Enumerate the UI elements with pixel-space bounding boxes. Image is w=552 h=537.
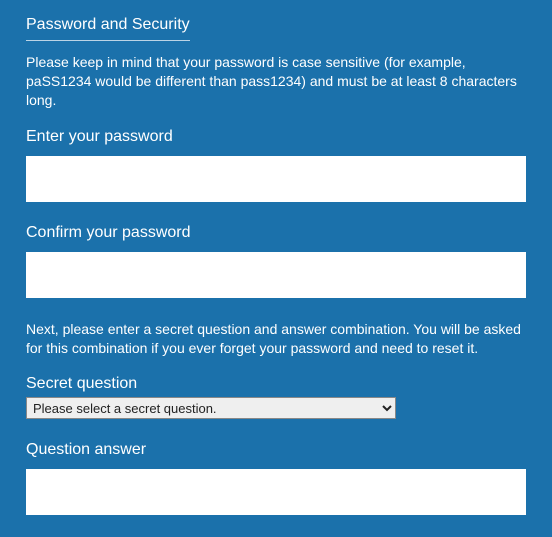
secret-question-label: Secret question: [26, 375, 526, 393]
secret-question-select[interactable]: Please select a secret question.: [26, 397, 396, 419]
secret-question-hint-text: Next, please enter a secret question and…: [26, 320, 526, 358]
password-hint-text: Please keep in mind that your password i…: [26, 53, 526, 110]
confirm-password-label: Confirm your password: [26, 224, 526, 242]
section-title: Password and Security: [26, 16, 190, 41]
question-answer-label: Question answer: [26, 441, 526, 459]
confirm-password-input[interactable]: [26, 252, 526, 298]
enter-password-label: Enter your password: [26, 128, 526, 146]
question-answer-input[interactable]: [26, 469, 526, 515]
enter-password-input[interactable]: [26, 156, 526, 202]
